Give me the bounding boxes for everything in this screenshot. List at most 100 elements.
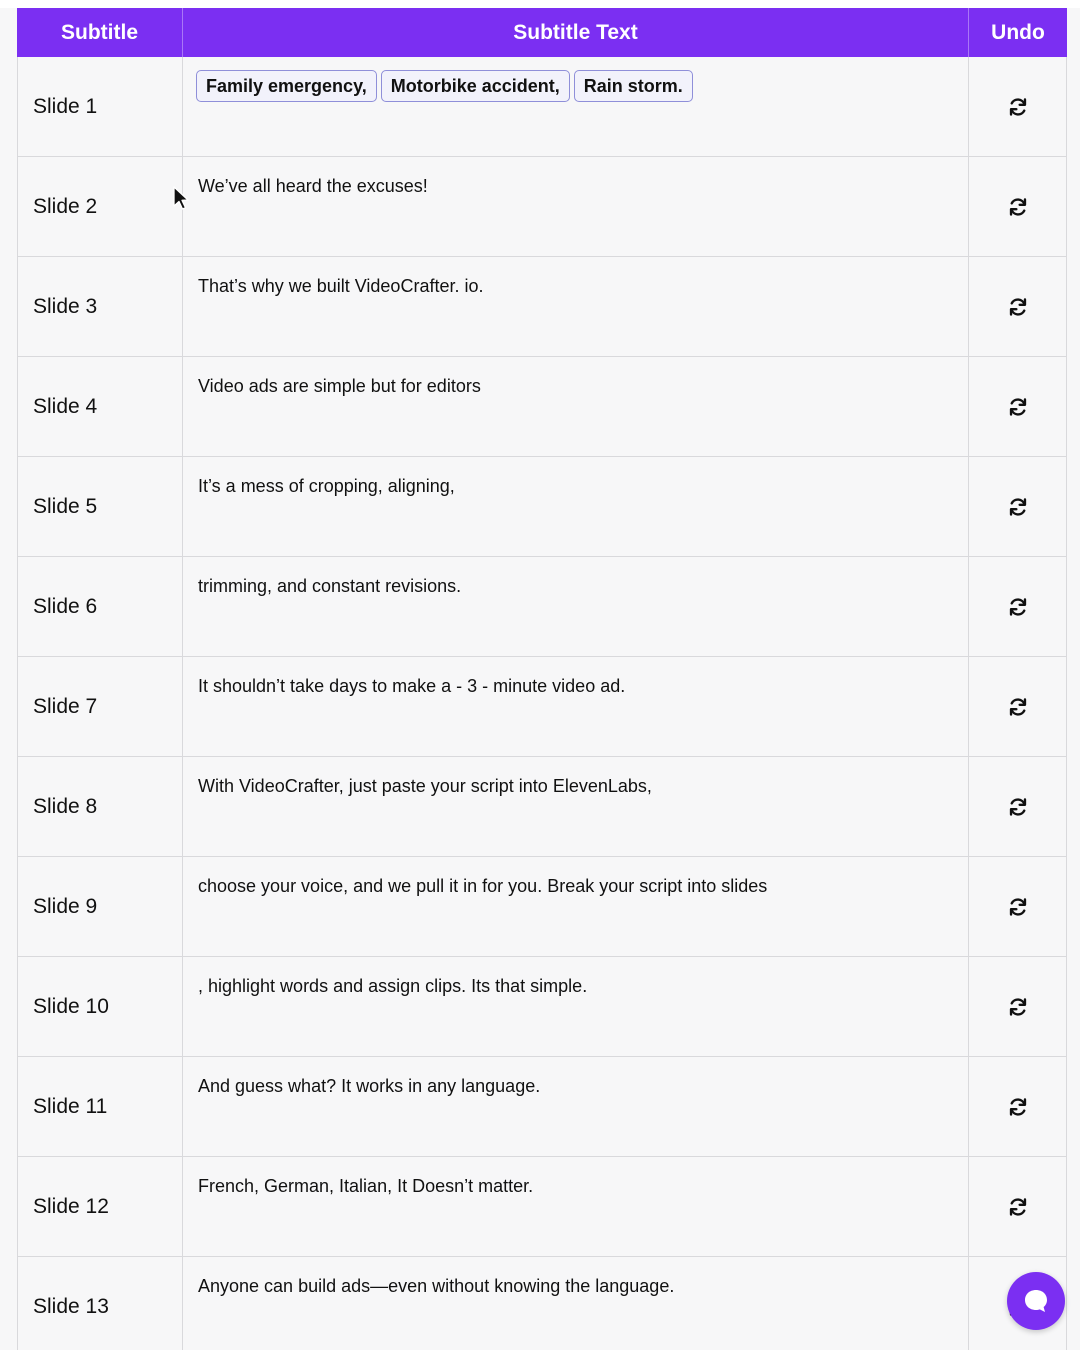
page: Subtitle Subtitle Text Undo Slide 1 Famil…: [0, 0, 1080, 1350]
subtitle-text: , highlight words and assign clips. Its …: [198, 976, 588, 996]
refresh-icon: [1009, 1097, 1026, 1116]
undo-button[interactable]: [1007, 396, 1029, 418]
table-row: Slide 5 It’s a mess of cropping, aligning…: [17, 457, 1067, 557]
table-row: Slide 13 Anyone can build ads—even withou…: [17, 1257, 1067, 1350]
subtitle-text-cell[interactable]: French, German, Italian, It Doesn’t matt…: [183, 1157, 969, 1256]
word-chip[interactable]: Rain storm.: [573, 70, 693, 102]
refresh-icon: [1009, 997, 1026, 1016]
subtitle-text-cell[interactable]: Anyone can build ads—even without knowin…: [183, 1257, 969, 1350]
undo-cell: [969, 757, 1067, 856]
word-chips: Family emergency, Motorbike accident, Rain…: [196, 70, 968, 102]
refresh-icon: [1009, 297, 1026, 316]
undo-cell: [969, 857, 1067, 956]
table-header: Subtitle Subtitle Text Undo: [17, 8, 1067, 57]
undo-cell: [969, 357, 1067, 456]
table-body: Slide 1 Family emergency, Motorbike accide…: [17, 57, 1067, 1350]
chat-bubble-button[interactable]: [1007, 1272, 1065, 1330]
undo-cell: [969, 957, 1067, 1056]
slide-label: Slide 5: [17, 457, 183, 556]
subtitle-text: It shouldn’t take days to make a - 3 - m…: [198, 676, 626, 696]
subtitle-text-cell[interactable]: , highlight words and assign clips. Its …: [183, 957, 969, 1056]
refresh-icon: [1009, 797, 1026, 816]
table-row: Slide 11 And guess what? It works in any …: [17, 1057, 1067, 1157]
undo-button[interactable]: [1007, 1196, 1029, 1218]
top-strip: [0, 0, 1080, 8]
subtitle-text-cell[interactable]: trimming, and constant revisions.: [183, 557, 969, 656]
refresh-icon: [1009, 97, 1026, 116]
mouse-pointer-icon: [173, 186, 189, 210]
undo-cell: [969, 257, 1067, 356]
refresh-icon: [1009, 697, 1026, 716]
undo-cell: [969, 457, 1067, 556]
table-row: Slide 3 That’s why we built VideoCrafter.…: [17, 257, 1067, 357]
undo-cell: [969, 657, 1067, 756]
chat-bubble-icon: [1025, 1290, 1047, 1312]
table-row: Slide 12 French, German, Italian, It Does…: [17, 1157, 1067, 1257]
subtitle-text: It’s a mess of cropping, aligning,: [198, 476, 455, 496]
undo-button[interactable]: [1007, 96, 1029, 118]
subtitle-text-cell[interactable]: Family emergency, Motorbike accident, Rain…: [183, 57, 969, 156]
table-row: Slide 8 With VideoCrafter, just paste you…: [17, 757, 1067, 857]
slide-label: Slide 10: [17, 957, 183, 1056]
slide-label: Slide 3: [17, 257, 183, 356]
header-subtitle-text: Subtitle Text: [183, 8, 969, 57]
slide-label: Slide 13: [17, 1257, 183, 1350]
undo-button[interactable]: [1007, 496, 1029, 518]
table-row: Slide 10 , highlight words and assign cli…: [17, 957, 1067, 1057]
undo-button[interactable]: [1007, 596, 1029, 618]
subtitle-text: Anyone can build ads—even without knowin…: [198, 1276, 675, 1296]
subtitle-text-cell[interactable]: It shouldn’t take days to make a - 3 - m…: [183, 657, 969, 756]
undo-button[interactable]: [1007, 996, 1029, 1018]
refresh-icon: [1009, 597, 1026, 616]
slide-label: Slide 8: [17, 757, 183, 856]
refresh-icon: [1009, 1197, 1026, 1216]
header-undo: Undo: [991, 20, 1045, 44]
subtitle-text: That’s why we built VideoCrafter. io.: [198, 276, 484, 296]
slide-label: Slide 7: [17, 657, 183, 756]
table-row: Slide 1 Family emergency, Motorbike accide…: [17, 57, 1067, 157]
undo-cell: [969, 157, 1067, 256]
slide-label: Slide 6: [17, 557, 183, 656]
word-chip[interactable]: Family emergency,: [196, 70, 377, 102]
table-row: Slide 6 trimming, and constant revisions.: [17, 557, 1067, 657]
undo-button[interactable]: [1007, 796, 1029, 818]
table-row: Slide 9 choose your voice, and we pull it…: [17, 857, 1067, 957]
subtitle-text: And guess what? It works in any language…: [198, 1076, 541, 1096]
subtitle-text-cell[interactable]: It’s a mess of cropping, aligning,: [183, 457, 969, 556]
header-subtitle: Subtitle: [17, 8, 183, 57]
table-row: Slide 4 Video ads are simple but for edit…: [17, 357, 1067, 457]
slide-label: Slide 9: [17, 857, 183, 956]
subtitle-text-cell[interactable]: We’ve all heard the excuses!: [183, 157, 969, 256]
undo-cell: [969, 557, 1067, 656]
refresh-icon: [1009, 497, 1026, 516]
subtitle-text: French, German, Italian, It Doesn’t matt…: [198, 1176, 534, 1196]
subtitle-text-cell[interactable]: With VideoCrafter, just paste your scrip…: [183, 757, 969, 856]
undo-cell: [969, 1157, 1067, 1256]
undo-button[interactable]: [1007, 1096, 1029, 1118]
undo-cell: [969, 57, 1067, 156]
refresh-icon: [1009, 897, 1026, 916]
slide-label: Slide 2: [17, 157, 183, 256]
word-chip[interactable]: Motorbike accident,: [380, 70, 570, 102]
undo-button[interactable]: [1007, 896, 1029, 918]
subtitle-text-cell[interactable]: That’s why we built VideoCrafter. io.: [183, 257, 969, 356]
subtitle-text-cell[interactable]: choose your voice, and we pull it in for…: [183, 857, 969, 956]
subtitle-text-cell[interactable]: And guess what? It works in any language…: [183, 1057, 969, 1156]
slide-label: Slide 11: [17, 1057, 183, 1156]
subtitle-text: trimming, and constant revisions.: [198, 576, 462, 596]
table-row: Slide 7 It shouldn’t take days to make a …: [17, 657, 1067, 757]
subtitle-text: With VideoCrafter, just paste your scrip…: [198, 776, 652, 796]
undo-button[interactable]: [1007, 696, 1029, 718]
undo-button[interactable]: [1007, 196, 1029, 218]
refresh-icon: [1009, 397, 1026, 416]
subtitle-text: We’ve all heard the excuses!: [198, 176, 428, 196]
subtitle-text: Video ads are simple but for editors: [198, 376, 481, 396]
subtitle-text-cell[interactable]: Video ads are simple but for editors: [183, 357, 969, 456]
slide-label: Slide 1: [17, 57, 183, 156]
slide-label: Slide 4: [17, 357, 183, 456]
undo-button[interactable]: [1007, 296, 1029, 318]
slide-label: Slide 12: [17, 1157, 183, 1256]
refresh-icon: [1009, 197, 1026, 216]
subtitle-text: choose your voice, and we pull it in for…: [198, 876, 768, 896]
undo-cell: [969, 1057, 1067, 1156]
